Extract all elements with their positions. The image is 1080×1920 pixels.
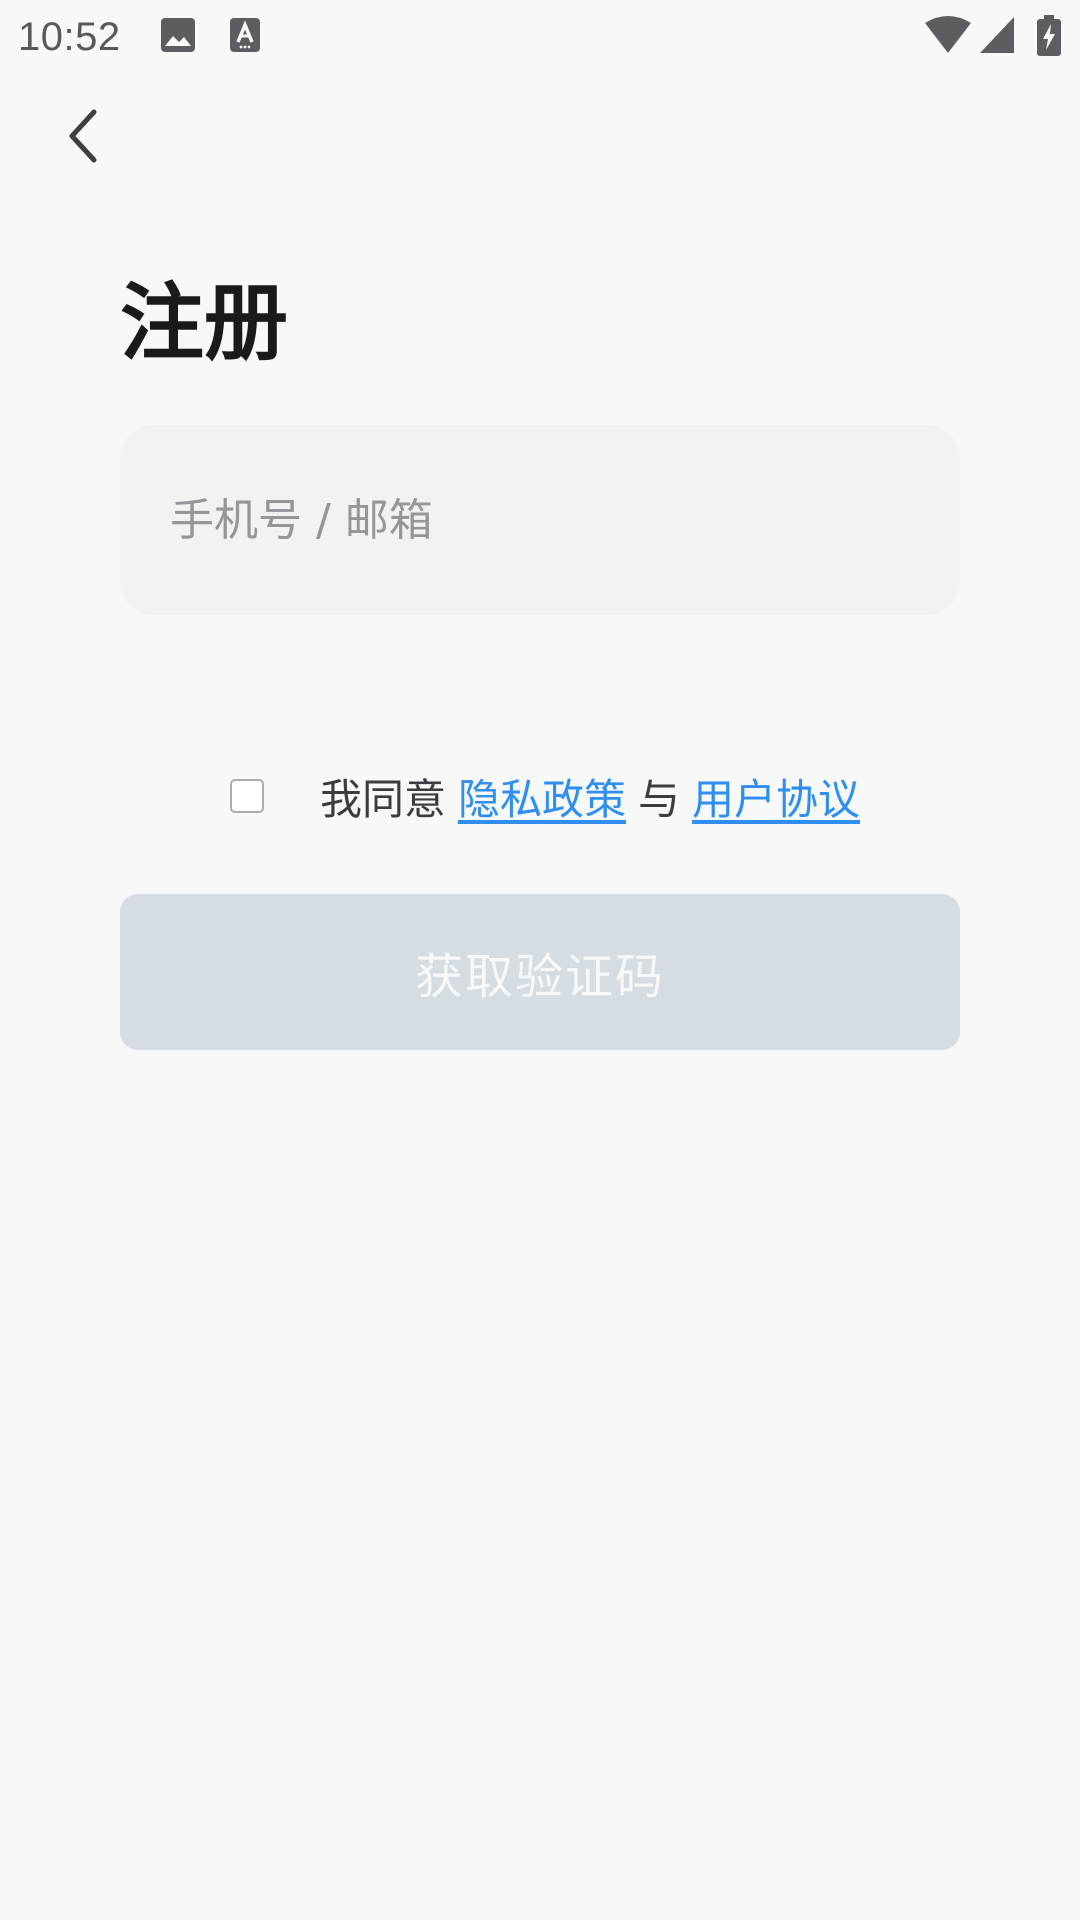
get-verification-code-button[interactable]: 获取验证码 — [120, 894, 960, 1050]
user-agreement-link[interactable]: 用户协议 — [692, 766, 860, 827]
agreement-row: 我同意 隐私政策 与 用户协议 — [230, 764, 860, 828]
back-button[interactable] — [50, 100, 118, 176]
privacy-policy-link[interactable]: 隐私政策 — [458, 766, 626, 827]
agreement-connector: 与 — [638, 774, 681, 824]
text-a-icon — [229, 15, 261, 59]
account-input-container[interactable] — [120, 425, 960, 615]
cell-signal-icon — [978, 15, 1016, 59]
status-bar: 10:52 — [0, 0, 1080, 74]
chevron-left-icon — [64, 108, 104, 168]
page-title: 注册 — [120, 274, 289, 372]
account-input[interactable] — [168, 493, 912, 547]
agree-checkbox[interactable] — [230, 779, 264, 813]
gallery-icon — [160, 15, 196, 59]
wifi-icon — [924, 15, 972, 59]
status-time: 10:52 — [18, 15, 121, 59]
battery-charging-icon — [1036, 15, 1062, 61]
agreement-prefix: 我同意 — [320, 774, 447, 824]
